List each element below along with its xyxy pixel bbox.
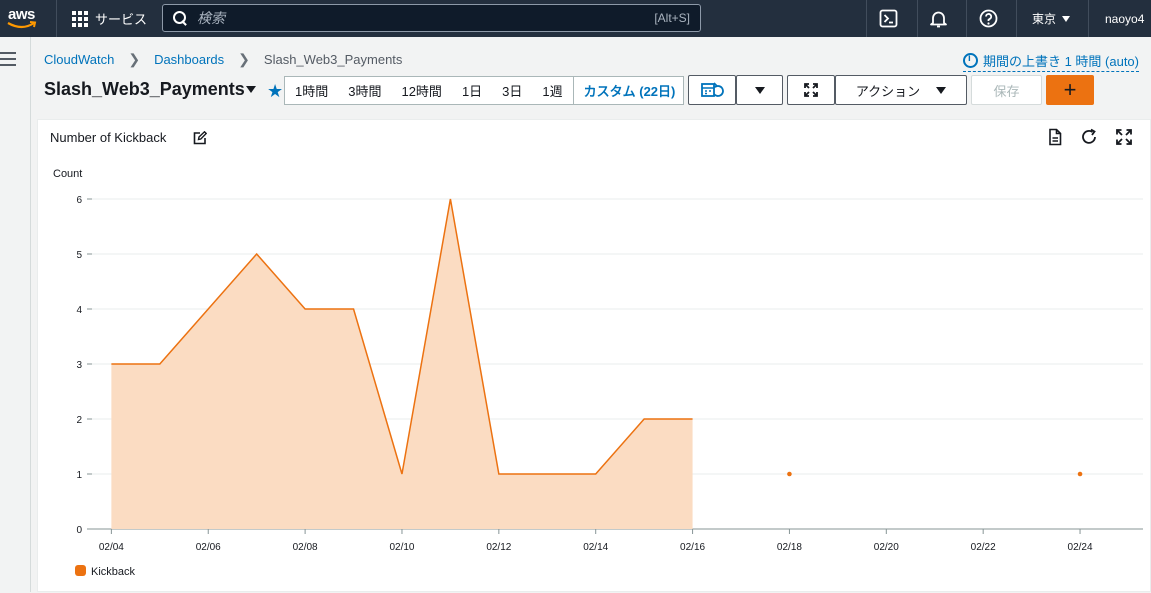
data-point: [787, 471, 792, 477]
time-range-selector: 1時間 3時間 12時間 1日 3日 1週 カスタム (22日): [284, 76, 684, 105]
plus-icon: +: [1063, 77, 1077, 102]
save-button[interactable]: 保存: [971, 75, 1042, 105]
period-override[interactable]: 期間の上書き 1 時間 (auto): [962, 51, 1139, 72]
refresh-calendar-icon: [701, 82, 724, 97]
help-icon[interactable]: [979, 9, 998, 28]
x-tick-label: 02/18: [777, 542, 802, 553]
time-range-1d[interactable]: 1日: [452, 81, 492, 100]
nav-divider: [917, 0, 918, 37]
search-shortcut: [Alt+S]: [654, 11, 690, 25]
nav-divider: [56, 0, 57, 37]
actions-button[interactable]: アクション: [835, 75, 967, 105]
time-range-custom[interactable]: カスタム (22日): [572, 77, 686, 104]
x-tick-label: 02/16: [680, 542, 705, 553]
caret-down-icon: [936, 86, 947, 94]
search-icon: [173, 11, 187, 25]
breadcrumb-current: Slash_Web3_Payments: [263, 52, 403, 67]
page-title: Slash_Web3_Payments: [44, 79, 245, 99]
breadcrumb-dashboards[interactable]: Dashboards: [154, 52, 224, 67]
top-nav: aws サービス [Alt+S] 東京 naoyo4: [0, 0, 1151, 37]
y-tick-label: 6: [76, 195, 82, 206]
time-range-1w[interactable]: 1週: [532, 81, 572, 100]
x-tick-label: 02/10: [389, 542, 414, 553]
nav-divider: [1016, 0, 1017, 37]
region-selector[interactable]: 東京: [1032, 0, 1071, 37]
x-tick-label: 02/22: [971, 542, 996, 553]
chevron-right-icon: ❯: [128, 51, 141, 67]
user-label: naoyo4: [1105, 11, 1145, 26]
y-tick-label: 3: [76, 360, 82, 371]
nav-divider: [966, 0, 967, 37]
breadcrumb-cloudwatch[interactable]: CloudWatch: [44, 52, 114, 67]
services-label: サービス: [95, 12, 148, 27]
refresh-options-button[interactable]: [736, 75, 783, 105]
fullscreen-button[interactable]: [787, 75, 835, 105]
period-override-label: 期間の上書き 1 時間 (auto): [982, 54, 1139, 69]
side-rail-divider: [30, 37, 31, 592]
time-range-3d[interactable]: 3日: [492, 81, 532, 100]
legend-label: Kickback: [91, 566, 136, 578]
search-input[interactable]: [197, 10, 655, 26]
x-tick-label: 02/06: [196, 542, 221, 553]
chevron-right-icon: ❯: [238, 51, 250, 67]
region-label: 東京: [1032, 12, 1057, 26]
aws-smile-icon: [7, 21, 37, 29]
services-menu[interactable]: サービス: [72, 0, 147, 37]
x-tick-label: 02/20: [874, 542, 899, 553]
dashboard-dropdown-icon[interactable]: [246, 86, 256, 93]
y-tick-label: 2: [76, 415, 82, 426]
time-range-12h[interactable]: 12時間: [391, 81, 451, 100]
y-tick-label: 1: [76, 470, 82, 481]
save-label: 保存: [993, 83, 1020, 99]
x-tick-label: 02/14: [583, 542, 608, 553]
breadcrumb: CloudWatch ❯ Dashboards ❯ Slash_Web3_Pay…: [44, 51, 402, 68]
time-range-3h[interactable]: 3時間: [338, 81, 391, 100]
x-tick-label: 02/12: [486, 542, 511, 553]
legend-swatch: [75, 565, 86, 576]
data-point: [1077, 471, 1083, 477]
menu-icon[interactable]: [0, 52, 16, 66]
nav-divider: [866, 0, 867, 37]
x-tick-label: 02/04: [99, 542, 124, 553]
bell-icon[interactable]: [929, 9, 948, 28]
x-tick-label: 02/24: [1068, 542, 1093, 553]
actions-label: アクション: [855, 83, 921, 99]
y-axis-label: Count: [53, 168, 82, 180]
search-bar[interactable]: [Alt+S]: [162, 4, 701, 32]
add-widget-button[interactable]: +: [1046, 75, 1094, 105]
expand-icon: [804, 83, 818, 97]
time-range-1h[interactable]: 1時間: [285, 81, 338, 100]
chevron-down-icon: [1062, 15, 1071, 22]
metric-widget: Number of Kickback Count 0 1 2 3 4 5 6 02/04 02/0…: [37, 119, 1151, 592]
y-tick-label: 4: [76, 305, 82, 316]
aws-logo[interactable]: aws: [6, 4, 40, 32]
account-menu[interactable]: naoyo4: [1105, 0, 1144, 37]
refresh-button[interactable]: [688, 75, 736, 105]
nav-divider: [1088, 0, 1089, 37]
kickback-chart: Count 0 1 2 3 4 5 6 02/04 02/06 02/08 02/10 02/12 02/…: [53, 168, 1143, 578]
favorite-star-icon[interactable]: ★: [267, 82, 283, 100]
x-tick-label: 02/08: [293, 542, 318, 553]
y-tick-label: 5: [76, 250, 82, 261]
y-tick-label: 0: [76, 525, 82, 536]
info-icon: [962, 53, 978, 68]
cloudshell-icon[interactable]: [879, 9, 898, 28]
grid-icon: [72, 10, 88, 27]
caret-down-icon: [754, 86, 765, 94]
